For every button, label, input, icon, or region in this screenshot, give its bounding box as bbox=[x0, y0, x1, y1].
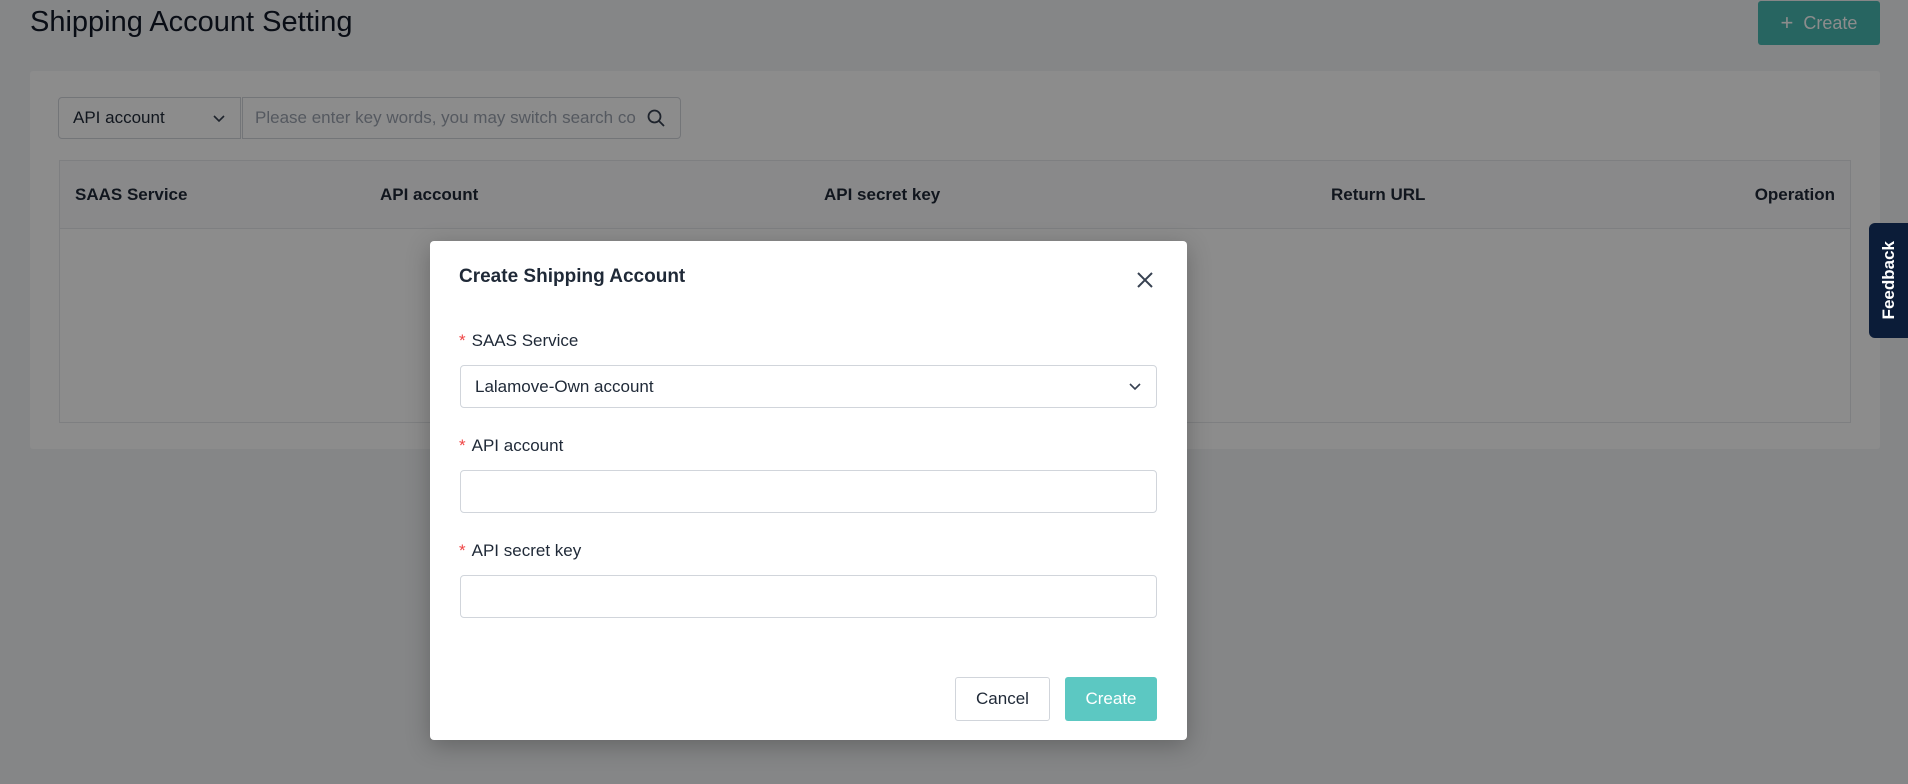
feedback-label: Feedback bbox=[1878, 241, 1898, 320]
required-mark: * bbox=[459, 331, 466, 350]
api-secret-key-label: * API secret key bbox=[459, 541, 582, 560]
close-icon[interactable] bbox=[1130, 265, 1160, 295]
saas-service-label: * SAAS Service bbox=[459, 331, 579, 350]
saas-service-select[interactable]: Lalamove-Own account bbox=[460, 365, 1157, 408]
saas-service-value: Lalamove-Own account bbox=[475, 377, 654, 396]
api-account-input[interactable] bbox=[461, 471, 1156, 512]
chevron-down-icon bbox=[1129, 383, 1141, 391]
cancel-button[interactable]: Cancel bbox=[955, 677, 1050, 721]
required-mark: * bbox=[459, 436, 466, 455]
dialog-create-button[interactable]: Create bbox=[1065, 677, 1157, 721]
api-secret-key-field-wrapper bbox=[460, 575, 1157, 618]
api-account-field-wrapper bbox=[460, 470, 1157, 513]
dialog-title: Create Shipping Account bbox=[459, 266, 686, 287]
required-mark: * bbox=[459, 541, 466, 560]
feedback-tab[interactable]: Feedback bbox=[1869, 223, 1908, 338]
api-secret-key-input[interactable] bbox=[461, 576, 1156, 617]
api-account-label: * API account bbox=[459, 436, 564, 455]
create-shipping-account-dialog: Create Shipping Account * SAAS Service La… bbox=[430, 241, 1187, 740]
